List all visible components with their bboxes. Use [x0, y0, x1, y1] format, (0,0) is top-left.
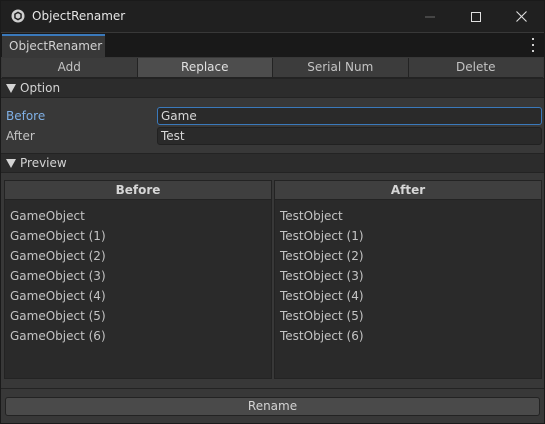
preview-header-label: Preview [20, 156, 67, 170]
list-item: TestObject (2) [280, 249, 364, 263]
maximize-button[interactable] [453, 1, 499, 32]
maximize-icon [471, 11, 481, 22]
preview-before-panel[interactable]: Before GameObject GameObject (1) GameObj… [4, 180, 272, 379]
minimize-button[interactable] [407, 1, 453, 32]
list-item: GameObject [10, 209, 85, 223]
object-renamer-window: ObjectRenamer ObjectRenamer Add Replace … [0, 0, 545, 424]
window-title: ObjectRenamer [32, 9, 126, 23]
list-item: TestObject (5) [280, 309, 364, 323]
after-column-header: After [275, 181, 541, 200]
kebab-menu-icon[interactable] [528, 38, 538, 52]
delete-button[interactable]: Delete [408, 58, 543, 78]
unity-logo-icon [11, 9, 25, 23]
preview-foldout[interactable]: Preview [1, 153, 544, 173]
list-item: TestObject (1) [280, 229, 364, 243]
before-field-label: Before [6, 109, 46, 123]
tab-strip: ObjectRenamer [1, 33, 544, 57]
rename-button[interactable]: Rename [5, 397, 540, 416]
preview-after-panel[interactable]: After TestObject TestObject (1) TestObje… [274, 180, 542, 379]
list-item: TestObject (4) [280, 289, 364, 303]
title-bar[interactable]: ObjectRenamer [1, 1, 544, 32]
after-field-label: After [6, 129, 35, 143]
triangle-down-icon [6, 84, 16, 93]
before-list: GameObject GameObject (1) GameObject (2)… [5, 200, 271, 346]
after-list: TestObject TestObject (1) TestObject (2)… [275, 200, 541, 346]
before-column-header: Before [5, 181, 271, 200]
list-item: GameObject (6) [10, 329, 106, 343]
after-input[interactable]: Test [157, 127, 542, 145]
serial-num-button[interactable]: Serial Num [273, 58, 409, 78]
option-header-label: Option [20, 81, 61, 95]
triangle-down-icon [6, 159, 16, 168]
list-item: GameObject (2) [10, 249, 106, 263]
list-item: GameObject (4) [10, 289, 106, 303]
list-item: GameObject (1) [10, 229, 106, 243]
close-icon [515, 11, 527, 22]
list-item: GameObject (3) [10, 269, 106, 283]
tab-object-renamer[interactable]: ObjectRenamer [2, 34, 105, 57]
add-button[interactable]: Add [2, 58, 138, 78]
replace-button[interactable]: Replace [137, 58, 273, 78]
minimize-icon [425, 16, 435, 17]
mode-toolbar: Add Replace Serial Num Delete [2, 58, 543, 78]
option-foldout[interactable]: Option [1, 78, 544, 98]
list-item: TestObject [280, 209, 343, 223]
list-item: TestObject (3) [280, 269, 364, 283]
close-button[interactable] [498, 1, 544, 32]
divider [1, 388, 544, 389]
list-item: TestObject (6) [280, 329, 364, 343]
list-item: GameObject (5) [10, 309, 106, 323]
before-input[interactable]: Game [157, 107, 542, 125]
